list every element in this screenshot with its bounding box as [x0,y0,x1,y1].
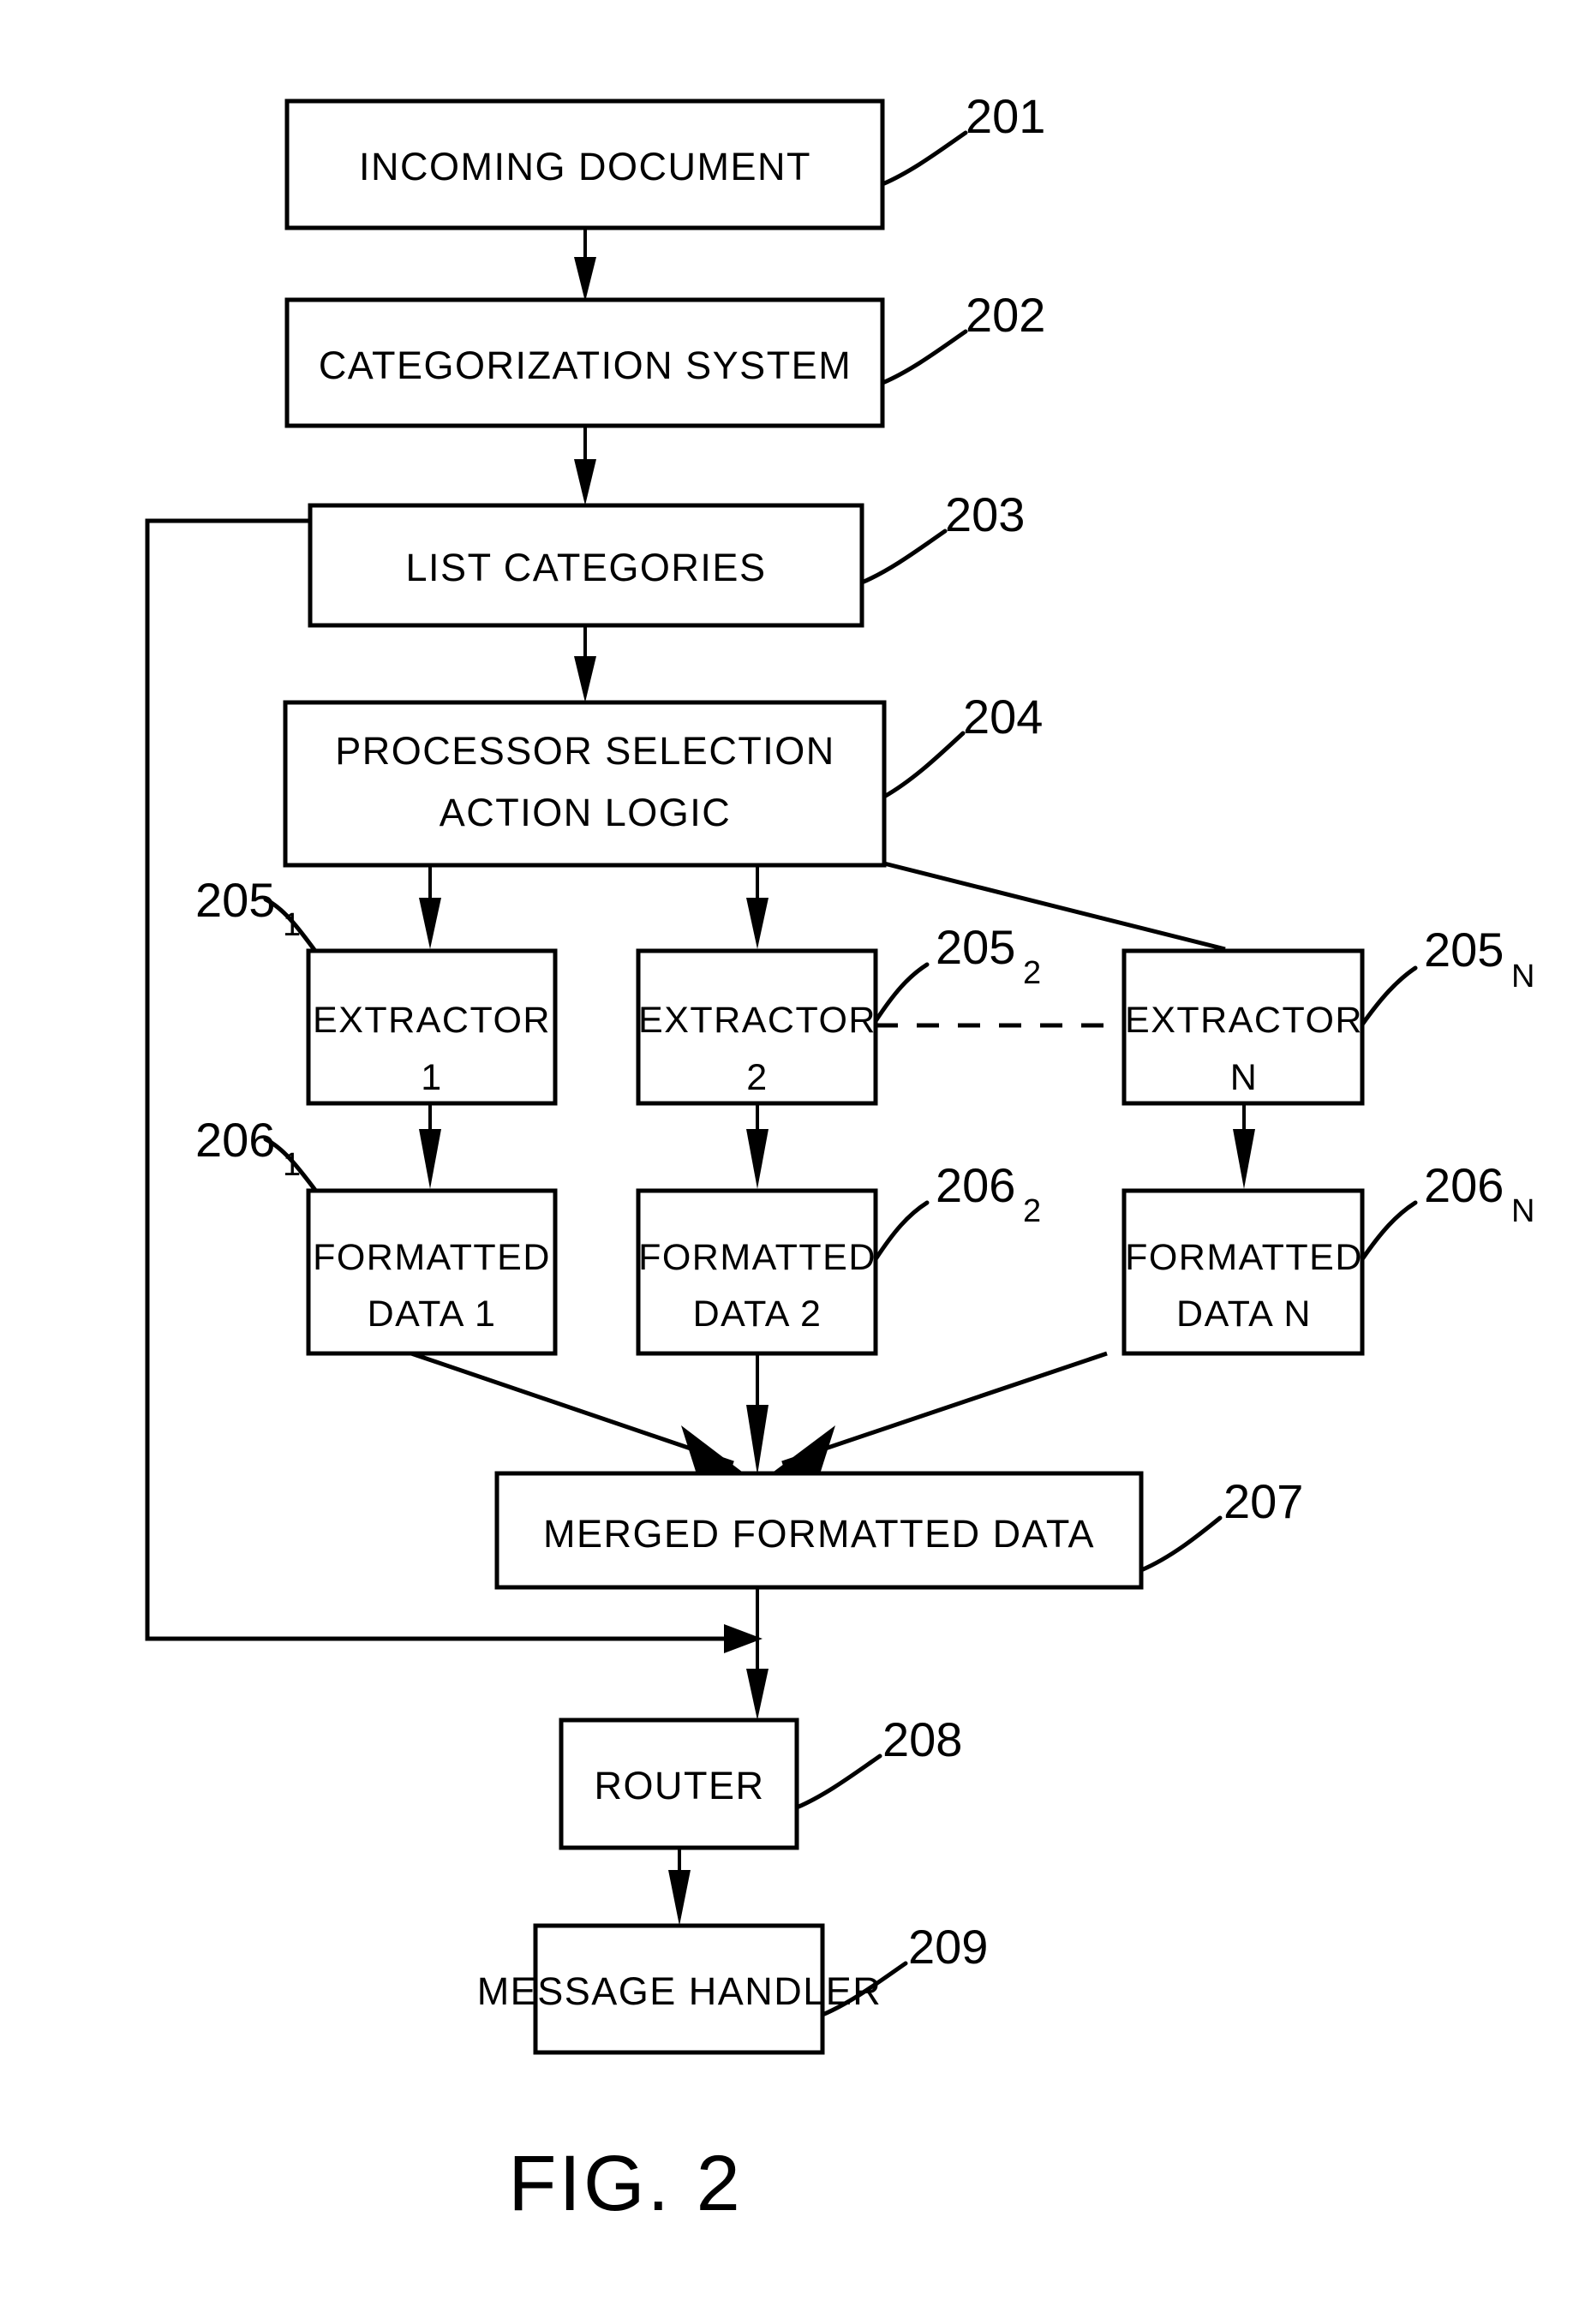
node-categorization-system[interactable]: CATEGORIZATION SYSTEM [284,297,885,428]
connector-202-to-203 [574,425,596,505]
connector-data1-to-merged [410,1351,742,1479]
connector-extractor2-to-data2 [746,1103,769,1189]
node-formatted-data-1[interactable]: FORMATTED DATA 1 [306,1188,558,1356]
node-extractor-2[interactable]: EXTRACTOR 2 [636,948,878,1106]
node-label-formatted-data-n-line2: DATA N [1176,1293,1312,1335]
ref-subscript-205-n: N [1511,959,1534,995]
flowchart-figure: INCOMING DOCUMENT 201 CATEGORIZATION SYS… [145,89,1534,2227]
node-merged-formatted-data[interactable]: MERGED FORMATTED DATA [494,1471,1144,1590]
connector-extractor1-to-data1 [419,1103,441,1189]
node-label-extractor-2-line2: 2 [746,1057,768,1098]
ref-number-209: 209 [908,1920,988,1974]
node-label-extractor-n-line1: EXTRACTOR [1125,1000,1363,1041]
leader-201 [880,130,968,187]
ref-number-203: 203 [945,487,1025,541]
ref-number-205-2-group: 205 2 [936,920,1041,991]
connector-merged-to-router [746,1587,769,1720]
node-label-formatted-data-2-line2: DATA 2 [693,1293,822,1335]
ref-number-205-n: 205 [1424,923,1504,977]
node-label-formatted-data-n-line1: FORMATTED [1125,1237,1363,1278]
connector-dataN-to-merged [774,1351,1108,1479]
node-label-extractor-1-line1: EXTRACTOR [313,1000,551,1041]
node-label-processor-selection-line1: PROCESSOR SELECTION [335,729,835,773]
leader-205-n [1360,965,1418,1027]
node-label-list-categories: LIST CATEGORIES [406,546,767,589]
node-incoming-document[interactable]: INCOMING DOCUMENT [284,99,885,230]
ref-number-205-1: 205 [195,873,275,927]
ref-number-205-n-group: 205 N [1424,923,1534,995]
ref-number-206-2-group: 206 2 [936,1158,1041,1229]
ref-number-202: 202 [966,288,1045,342]
ref-number-205-2: 205 [936,920,1015,974]
leader-202 [880,329,968,385]
patent-figure-page: INCOMING DOCUMENT 201 CATEGORIZATION SYS… [0,0,1579,2324]
connector-204-to-extractor-1 [419,867,441,949]
node-label-message-handler: MESSAGE HANDLER [477,1969,882,2013]
node-label-router: ROUTER [595,1764,765,1807]
node-label-extractor-2-line1: EXTRACTOR [638,1000,876,1041]
node-label-formatted-data-1-line2: DATA 1 [368,1293,497,1335]
node-extractor-n[interactable]: EXTRACTOR N [1121,948,1365,1106]
leader-206-n [1360,1200,1418,1262]
ref-subscript-205-1: 1 [283,907,301,943]
connector-203-to-204 [574,625,596,702]
leader-205-2 [873,962,930,1024]
node-formatted-data-n[interactable]: FORMATTED DATA N [1121,1188,1365,1356]
ref-number-206-1: 206 [195,1113,275,1167]
node-label-extractor-1-line2: 1 [421,1057,442,1098]
ref-number-208: 208 [882,1712,962,1766]
node-label-formatted-data-1-line1: FORMATTED [313,1237,551,1278]
ref-number-206-1-group: 206 1 [195,1113,301,1183]
leader-203 [859,529,948,585]
ref-number-207: 207 [1223,1474,1303,1528]
connector-data2-to-merged [746,1353,769,1475]
ref-number-206-n: 206 [1424,1158,1504,1212]
leader-204 [882,731,966,799]
ref-subscript-206-2: 2 [1023,1193,1041,1229]
node-label-incoming-document: INCOMING DOCUMENT [359,145,811,188]
ref-number-204: 204 [963,690,1043,744]
node-label-categorization-system: CATEGORIZATION SYSTEM [319,344,852,387]
ref-number-206-2: 206 [936,1158,1015,1212]
leader-206-2 [873,1200,930,1262]
node-router[interactable]: ROUTER [559,1718,799,1850]
ref-number-205-1-group: 205 1 [195,873,301,943]
leader-208 [794,1753,882,1810]
node-label-extractor-n-line2: N [1230,1057,1259,1098]
node-list-categories[interactable]: LIST CATEGORIES [308,503,864,628]
ref-subscript-205-2: 2 [1023,955,1041,991]
node-label-processor-selection-line2: ACTION LOGIC [440,791,732,834]
node-label-formatted-data-2-line1: FORMATTED [638,1237,876,1278]
connector-204-to-extractor-2 [746,867,769,949]
node-extractor-1[interactable]: EXTRACTOR 1 [306,948,558,1106]
node-processor-selection-action-logic[interactable]: PROCESSOR SELECTION ACTION LOGIC [283,700,887,868]
ref-subscript-206-n: N [1511,1193,1534,1229]
ref-number-206-n-group: 206 N [1424,1158,1534,1229]
node-message-handler[interactable]: MESSAGE HANDLER [477,1923,882,2055]
connector-201-to-202 [574,227,596,302]
figure-caption: FIG. 2 [508,2140,743,2227]
ref-subscript-206-1: 1 [283,1147,301,1183]
leader-207 [1139,1515,1223,1573]
connector-router-to-handler [668,1848,691,1926]
connector-extractorN-to-dataN [1233,1103,1255,1189]
node-label-merged-formatted-data: MERGED FORMATTED DATA [543,1512,1095,1556]
node-formatted-data-2[interactable]: FORMATTED DATA 2 [636,1188,878,1356]
ref-number-201: 201 [966,89,1045,143]
